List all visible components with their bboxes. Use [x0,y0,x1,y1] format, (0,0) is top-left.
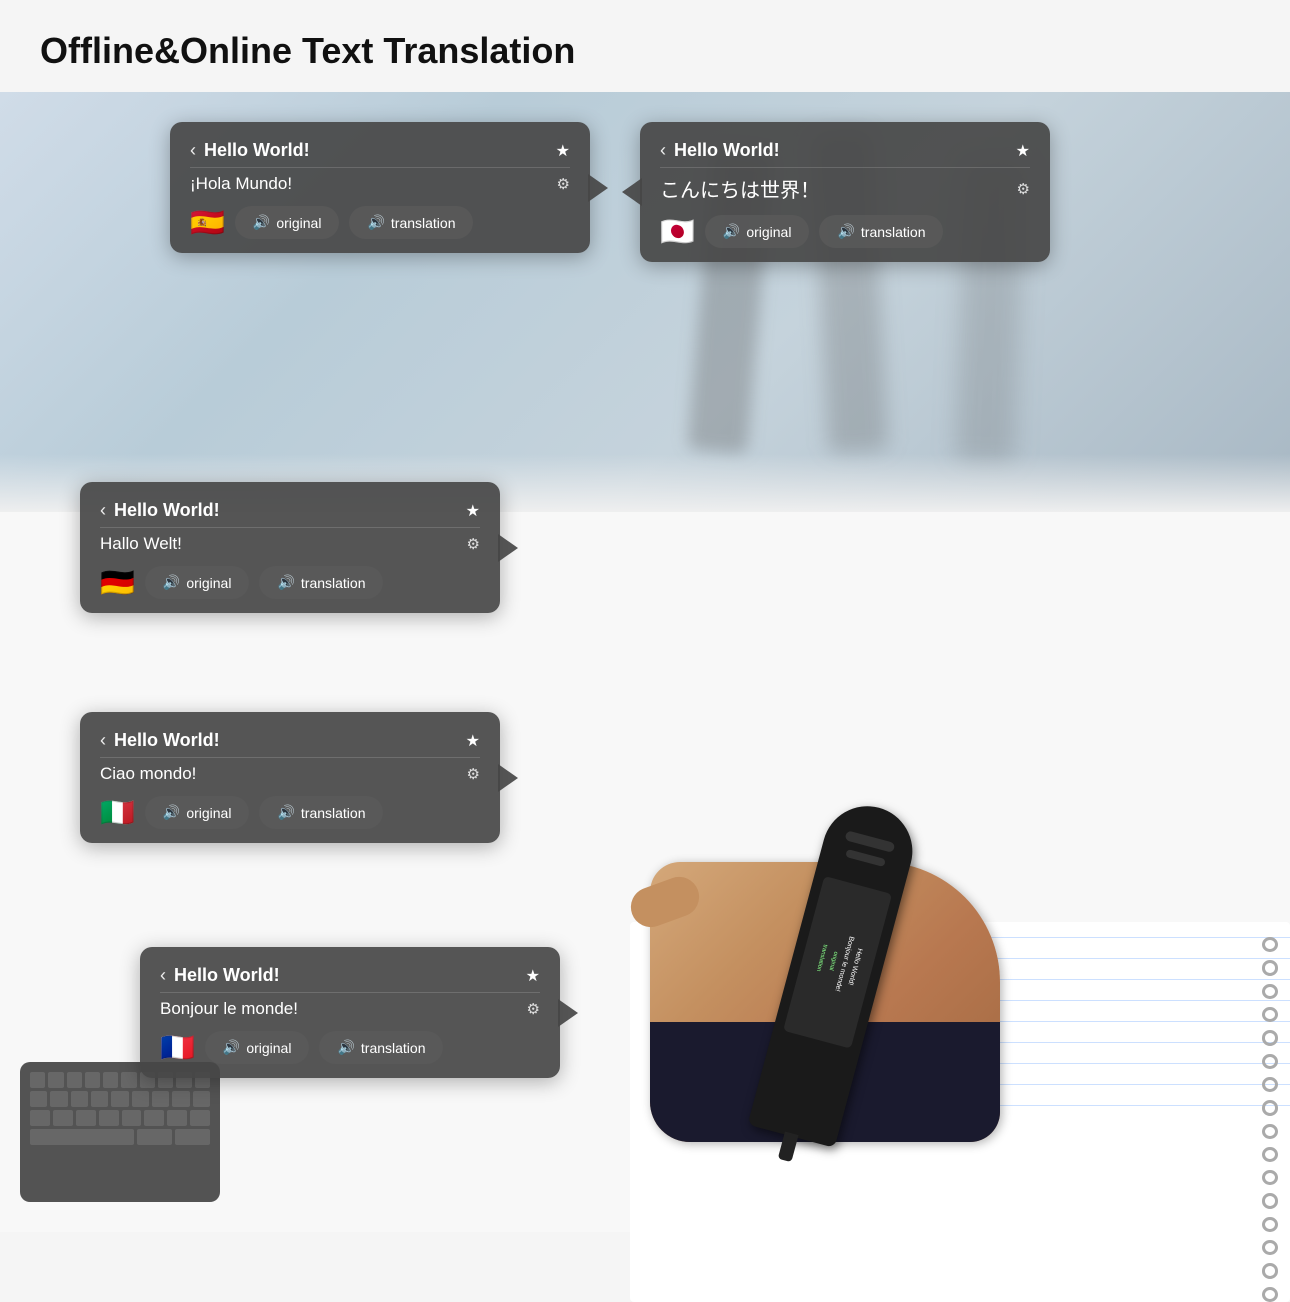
speaker-icon: 🔊 [337,1039,354,1056]
pen-screen-line4: translation [815,944,828,972]
card-spanish-original: Hello World! [204,140,310,161]
card-french-original: Hello World! [174,965,280,986]
flag-italian: 🇮🇹 [100,799,135,827]
card-italian-translated: Ciao mondo! [100,764,196,784]
flag-japanese: 🇯🇵 [660,218,695,246]
original-audio-btn[interactable]: 🔊 original [235,206,340,239]
hand-pen-container: Hello World! Bonjour le monde! original … [650,762,1050,1142]
card-italian-original: Hello World! [114,730,220,751]
card-french: ‹ Hello World! ★ Bonjour le monde! ⚙ 🇫🇷 … [140,947,560,1078]
gear-icon[interactable]: ⚙ [527,1000,540,1018]
gear-icon[interactable]: ⚙ [467,535,480,553]
main-content: Hello World [0,92,1290,1232]
star-icon[interactable]: ★ [1016,141,1030,161]
card-spanish-translated: ¡Hola Mundo! [190,174,292,194]
star-icon[interactable]: ★ [466,731,480,751]
speaker-icon: 🔊 [277,574,294,591]
translation-audio-btn[interactable]: 🔊 translation [349,206,473,239]
speaker-icon: 🔊 [163,804,180,821]
card-german: ‹ Hello World! ★ Hallo Welt! ⚙ 🇩🇪 🔊 orig… [80,482,500,613]
star-icon[interactable]: ★ [526,966,540,986]
flag-french: 🇫🇷 [160,1034,195,1062]
back-arrow-icon[interactable]: ‹ [660,140,666,161]
speaker-icon: 🔊 [837,223,854,240]
gear-icon[interactable]: ⚙ [557,175,570,193]
speaker-icon: 🔊 [253,214,270,231]
star-icon[interactable]: ★ [466,501,480,521]
gear-icon[interactable]: ⚙ [467,765,480,783]
card-french-translated: Bonjour le monde! [160,999,298,1019]
original-audio-btn[interactable]: 🔊 original [705,215,810,248]
card-japanese-original: Hello World! [674,140,780,161]
flag-german: 🇩🇪 [100,569,135,597]
original-audio-btn[interactable]: 🔊 original [205,1031,310,1064]
original-audio-btn[interactable]: 🔊 original [145,566,250,599]
back-arrow-icon[interactable]: ‹ [160,965,166,986]
hand-area: Hello World [590,442,1290,1302]
star-icon[interactable]: ★ [556,141,570,161]
translation-audio-btn[interactable]: 🔊 translation [819,215,943,248]
card-japanese: ‹ Hello World! ★ こんにちは世界！ ⚙ 🇯🇵 🔊 origina… [640,122,1050,262]
speaker-icon: 🔊 [723,223,740,240]
flag-spanish: 🇪🇸 [190,209,225,237]
pen-screen-line3: original [827,951,838,971]
translation-audio-btn[interactable]: 🔊 translation [259,796,383,829]
card-japanese-translated: こんにちは世界！ [660,174,820,203]
keyboard [20,1062,220,1202]
page-title: Offline&Online Text Translation [0,0,1290,92]
speaker-icon: 🔊 [223,1039,240,1056]
translation-audio-btn[interactable]: 🔊 translation [259,566,383,599]
speaker-icon: 🔊 [277,804,294,821]
original-audio-btn[interactable]: 🔊 original [145,796,250,829]
back-arrow-icon[interactable]: ‹ [100,730,106,751]
card-italian: ‹ Hello World! ★ Ciao mondo! ⚙ 🇮🇹 🔊 orig… [80,712,500,843]
gear-icon[interactable]: ⚙ [1017,180,1030,198]
speaker-icon: 🔊 [367,214,384,231]
card-german-translated: Hallo Welt! [100,534,182,554]
card-german-original: Hello World! [114,500,220,521]
back-arrow-icon[interactable]: ‹ [190,140,196,161]
back-arrow-icon[interactable]: ‹ [100,500,106,521]
card-spanish: ‹ Hello World! ★ ¡Hola Mundo! ⚙ 🇪🇸 🔊 ori… [170,122,590,253]
translation-audio-btn[interactable]: 🔊 translation [319,1031,443,1064]
speaker-icon: 🔊 [163,574,180,591]
